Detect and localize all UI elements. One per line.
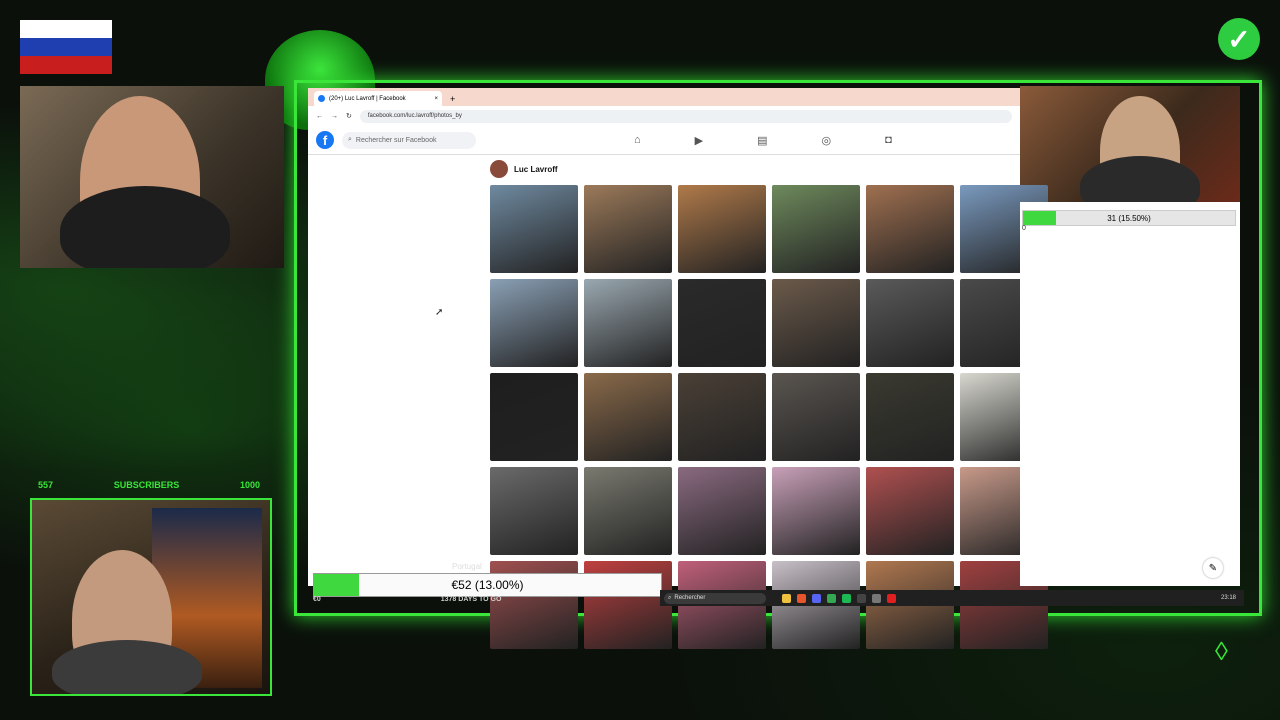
photo-thumbnail[interactable] <box>584 279 672 367</box>
home-icon[interactable]: ⌂ <box>634 134 641 147</box>
youtube-icon[interactable] <box>887 593 896 603</box>
marketplace-icon[interactable]: ▤ <box>757 134 767 147</box>
reload-icon[interactable]: ↻ <box>346 112 352 120</box>
goal-progress-text: 31 (15.50%) <box>1107 213 1151 223</box>
avatar[interactable] <box>490 160 508 178</box>
obs-icon[interactable] <box>857 593 866 603</box>
ethereum-icon: ◊ <box>1215 636 1228 666</box>
portugal-label: Portugal <box>452 562 482 571</box>
goal-sub-value: 0 <box>1022 225 1026 232</box>
photo-thumbnail[interactable] <box>490 279 578 367</box>
photo-thumbnail[interactable] <box>772 467 860 555</box>
windows-taskbar: ⌕ Rechercher 23:18 <box>660 590 1244 606</box>
browser-window: (20+) Luc Lavroff | Facebook × + ← → ↻ f… <box>308 88 1048 649</box>
russia-flag-icon <box>20 20 112 74</box>
subscriber-goal: 1000 <box>239 480 260 490</box>
goal-progress-fill <box>1023 211 1056 225</box>
donation-progress-fill <box>314 574 360 596</box>
photo-thumbnail[interactable] <box>490 467 578 555</box>
search-icon: ⌕ <box>668 594 672 601</box>
photo-thumbnail[interactable] <box>584 373 672 461</box>
donation-caption: 1378 DAYS TO GO <box>440 596 502 603</box>
mouse-cursor-icon: ➚ <box>435 307 444 318</box>
video-icon[interactable]: ▶ <box>695 134 703 147</box>
photo-thumbnail[interactable] <box>490 373 578 461</box>
address-bar: ← → ↻ facebook.com/luc.lavroff/photos_by <box>308 106 1020 126</box>
search-placeholder: Rechercher sur Facebook <box>355 136 437 144</box>
url-input[interactable]: facebook.com/luc.lavroff/photos_by <box>359 109 1012 123</box>
brave-icon[interactable] <box>797 593 806 603</box>
media-icon[interactable] <box>842 593 851 603</box>
donation-left: €0 <box>313 596 321 603</box>
goal-progress-bar: 31 (15.50%) <box>1022 210 1236 226</box>
photo-thumbnail[interactable] <box>678 279 766 367</box>
forward-icon[interactable]: → <box>331 113 338 120</box>
facebook-search-input[interactable]: ⌕ Rechercher sur Facebook <box>342 131 476 149</box>
photo-thumbnail[interactable] <box>678 185 766 273</box>
facebook-nav-icons: ⌂ ▶ ▤ ◎ ◘ <box>634 134 892 147</box>
subscriber-label: SUBSCRIBERS <box>113 480 180 490</box>
photo-thumbnail[interactable] <box>866 467 954 555</box>
photo-thumbnail[interactable] <box>866 279 954 367</box>
groups-icon[interactable]: ◎ <box>822 134 832 147</box>
photo-thumbnail[interactable] <box>678 373 766 461</box>
tab-title: (20+) Luc Lavroff | Facebook <box>329 95 406 102</box>
donation-progress-bar: €52 (13.00%) <box>313 573 662 597</box>
photo-thumbnail[interactable] <box>584 467 672 555</box>
donation-progress-text: €52 (13.00%) <box>451 578 524 592</box>
subscriber-current: 557 <box>38 480 54 490</box>
back-icon[interactable]: ← <box>316 113 323 120</box>
facebook-navbar: f ⌕ Rechercher sur Facebook ⌂ ▶ ▤ ◎ ◘ <box>308 126 1020 155</box>
webcam-guest-left <box>20 86 284 268</box>
tab-bar: (20+) Luc Lavroff | Facebook × + <box>308 88 1020 106</box>
photo-thumbnail[interactable] <box>772 373 860 461</box>
photo-thumbnail[interactable] <box>678 467 766 555</box>
subscriber-counter: 557 SUBSCRIBERS 1000 <box>38 480 260 492</box>
search-icon: ⌕ <box>348 136 352 143</box>
settings-icon[interactable] <box>872 593 881 603</box>
discord-icon[interactable] <box>812 593 821 603</box>
chrome-icon[interactable] <box>827 593 836 603</box>
side-panel <box>1020 202 1240 586</box>
facebook-logo-icon[interactable]: f <box>316 131 334 149</box>
donation-footer: €0 1378 DAYS TO GO <box>313 596 660 606</box>
photo-thumbnail[interactable] <box>772 185 860 273</box>
webcam-guest-right <box>1020 86 1240 202</box>
photo-thumbnail[interactable] <box>490 185 578 273</box>
gaming-icon[interactable]: ◘ <box>885 134 892 147</box>
webcam-streamer <box>30 498 272 696</box>
close-tab-icon[interactable]: × <box>434 96 438 102</box>
check-badge-icon: ✓ <box>1218 18 1260 60</box>
profile-name[interactable]: Luc Lavroff <box>514 165 558 174</box>
facebook-favicon-icon <box>318 95 325 102</box>
clock[interactable]: 23:18 <box>1221 595 1236 601</box>
photo-thumbnail[interactable] <box>584 185 672 273</box>
taskbar-search-text: Rechercher <box>674 595 706 601</box>
edit-icon[interactable]: ✎ <box>1203 558 1223 578</box>
photo-thumbnail[interactable] <box>866 373 954 461</box>
tab-facebook[interactable]: (20+) Luc Lavroff | Facebook × <box>314 91 442 106</box>
file-explorer-icon[interactable] <box>782 593 791 603</box>
photo-thumbnail[interactable] <box>866 185 954 273</box>
photo-thumbnail[interactable] <box>772 279 860 367</box>
new-tab-button[interactable]: + <box>450 94 455 104</box>
taskbar-search[interactable]: ⌕ Rechercher <box>664 592 766 604</box>
profile-header[interactable]: Luc Lavroff <box>490 160 558 178</box>
